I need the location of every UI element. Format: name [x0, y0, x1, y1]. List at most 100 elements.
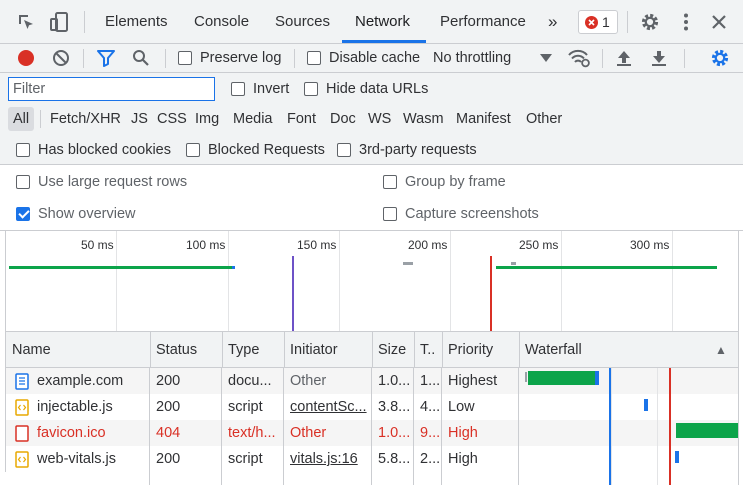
tick-label: 50 ms — [81, 238, 114, 252]
throttling-select[interactable]: No throttling — [433, 49, 511, 67]
column-header-type[interactable]: Type — [228, 332, 259, 368]
search-icon[interactable] — [132, 49, 150, 67]
filter-icon[interactable] — [96, 49, 116, 67]
request-status: 200 — [156, 373, 181, 389]
tick-label: 250 ms — [519, 238, 559, 252]
column-separator[interactable] — [150, 332, 151, 368]
column-header-status[interactable]: Status — [156, 332, 197, 368]
tab-elements[interactable]: Elements — [105, 0, 168, 43]
tab-sources[interactable]: Sources — [275, 0, 330, 43]
error-count: 1 — [602, 14, 610, 30]
inspect-element-icon[interactable] — [16, 12, 36, 32]
request-priority: High — [448, 451, 478, 467]
column-separator[interactable] — [372, 332, 373, 368]
toolbar-separator — [602, 49, 603, 68]
dom-content-loaded-line — [292, 256, 294, 331]
column-separator — [371, 368, 372, 485]
type-filter-wasm[interactable]: Wasm — [403, 107, 444, 131]
type-filter-media[interactable]: Media — [233, 107, 273, 131]
request-size: 5.8... — [378, 451, 411, 467]
caret-down-icon[interactable] — [540, 53, 552, 63]
request-initiator: Other — [290, 373, 327, 389]
column-separator[interactable] — [284, 332, 285, 368]
request-type: script — [228, 451, 263, 467]
error-counter-button[interactable]: 1 — [578, 10, 618, 34]
record-icon[interactable] — [17, 49, 35, 67]
type-filter-other[interactable]: Other — [526, 107, 562, 131]
device-toolbar-icon[interactable] — [49, 11, 69, 33]
column-header-name[interactable]: Name — [12, 332, 51, 368]
type-filter-ws[interactable]: WS — [368, 107, 391, 131]
sort-ascending-icon[interactable]: ▲ — [715, 332, 727, 368]
request-time: 1... — [420, 373, 440, 389]
column-header-priority[interactable]: Priority — [448, 332, 493, 368]
tab-network[interactable]: Network — [355, 0, 410, 43]
request-priority: High — [448, 425, 478, 441]
has-blocked-cookies-checkbox[interactable] — [16, 143, 30, 157]
waterfall-bar-example-com — [528, 371, 595, 385]
disable-cache-checkbox[interactable] — [307, 51, 321, 65]
filter-input[interactable] — [8, 77, 215, 101]
type-filter-img[interactable]: Img — [195, 107, 219, 131]
network-toolbar: Preserve log Disable cache No throttling — [0, 44, 743, 73]
has-blocked-cookies-label: Has blocked cookies — [38, 142, 171, 158]
request-priority: Low — [448, 399, 475, 415]
tab-separator — [84, 11, 85, 33]
column-header-waterfall[interactable]: Waterfall — [525, 332, 582, 368]
type-filter-js[interactable]: JS — [131, 107, 148, 131]
waterfall-bar-download — [595, 371, 599, 385]
type-filter-css[interactable]: CSS — [157, 107, 187, 131]
request-size: 1.0... — [378, 373, 411, 389]
column-separator[interactable] — [414, 332, 415, 368]
request-name: example.com — [37, 373, 124, 389]
column-header-size[interactable]: Size — [378, 332, 406, 368]
network-conditions-icon[interactable] — [567, 48, 591, 68]
column-separator[interactable] — [519, 332, 520, 368]
type-filter-all[interactable]: All — [8, 107, 34, 131]
large-request-rows-checkbox[interactable] — [16, 175, 30, 189]
gear-icon[interactable] — [640, 12, 660, 32]
capture-screenshots-checkbox[interactable] — [383, 207, 397, 221]
waterfall-grid-line — [611, 368, 612, 485]
group-by-frame-label: Group by frame — [405, 174, 506, 190]
request-size: 1.0... — [378, 425, 411, 441]
column-header-time[interactable]: T.. — [420, 332, 435, 368]
request-priority: Highest — [448, 373, 498, 389]
invert-checkbox[interactable] — [231, 82, 245, 96]
import-har-icon[interactable] — [615, 48, 633, 68]
blocked-requests-checkbox[interactable] — [186, 143, 200, 157]
group-by-frame-checkbox[interactable] — [383, 175, 397, 189]
close-icon[interactable] — [711, 14, 727, 30]
column-separator[interactable] — [442, 332, 443, 368]
preserve-log-checkbox[interactable] — [178, 51, 192, 65]
column-header-initiator[interactable]: Initiator — [290, 332, 338, 368]
type-separator — [40, 110, 41, 128]
type-filter-fetch-xhr[interactable]: Fetch/XHR — [50, 107, 121, 131]
overview-bar-favicon — [496, 266, 717, 269]
network-settings-gear-icon[interactable] — [710, 48, 730, 68]
type-filter-manifest[interactable]: Manifest — [456, 107, 511, 131]
tab-console[interactable]: Console — [194, 0, 249, 43]
column-separator[interactable] — [222, 332, 223, 368]
request-initiator-link[interactable]: contentSc... — [290, 394, 370, 420]
request-initiator-link[interactable]: vitals.js:16 — [290, 446, 370, 472]
overview-timeline[interactable]: 50 ms 100 ms 150 ms 200 ms 250 ms 300 ms — [5, 231, 738, 332]
kebab-menu-icon[interactable] — [676, 12, 696, 32]
column-separator — [413, 368, 414, 485]
large-request-rows-label: Use large request rows — [38, 174, 188, 190]
toolbar-separator — [83, 49, 84, 68]
request-status: 200 — [156, 451, 181, 467]
tab-performance[interactable]: Performance — [440, 0, 526, 43]
show-overview-checkbox[interactable] — [16, 207, 30, 221]
third-party-requests-checkbox[interactable] — [337, 143, 351, 157]
type-filter-doc[interactable]: Doc — [330, 107, 356, 131]
blocked-requests-label: Blocked Requests — [208, 142, 325, 158]
show-overview-label: Show overview — [38, 206, 136, 222]
type-filter-font[interactable]: Font — [287, 107, 316, 131]
more-tabs-button[interactable]: » — [548, 0, 557, 43]
export-har-icon[interactable] — [650, 48, 668, 68]
clear-icon[interactable] — [52, 49, 70, 67]
grid-line — [228, 231, 229, 331]
request-type: script — [228, 399, 263, 415]
hide-data-urls-checkbox[interactable] — [304, 82, 318, 96]
